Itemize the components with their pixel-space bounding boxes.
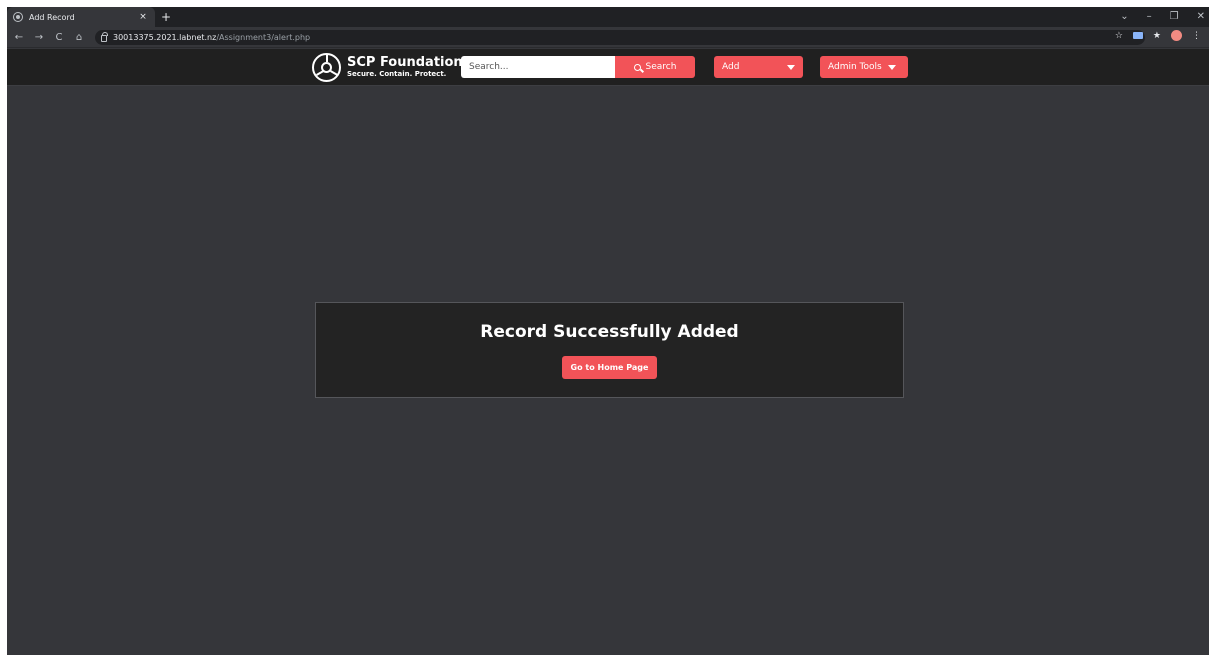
alert-title: Record Successfully Added	[480, 322, 739, 342]
url-bar[interactable]: 30013375.2021.labnet.nz/Assignment3/aler…	[95, 29, 1145, 45]
search-button-label: Search	[645, 62, 677, 72]
browser-toolbar: ☆ ★ ⋮	[1115, 30, 1201, 41]
globe-icon	[13, 12, 23, 22]
tab-strip: Add Record × + ⌄ – ❐ ✕	[7, 7, 1209, 27]
tab-title: Add Record	[29, 12, 75, 22]
close-tab-icon[interactable]: ×	[137, 12, 149, 22]
logo-text: SCP Foundation Secure. Contain. Protect.	[347, 56, 463, 79]
site-logo[interactable]: SCP Foundation Secure. Contain. Protect.	[312, 53, 463, 82]
maximize-icon[interactable]: ❐	[1170, 9, 1179, 25]
caret-down-icon	[887, 64, 896, 70]
browser-menu-icon[interactable]: ⋮	[1192, 31, 1201, 41]
tab-search-icon[interactable]: ⌄	[1120, 9, 1128, 25]
browser-tab[interactable]: Add Record ×	[7, 7, 155, 27]
browser-window: Add Record × + ⌄ – ❐ ✕ ← → C ⌂ 30013375.…	[7, 7, 1209, 655]
logo-title: SCP Foundation	[347, 55, 463, 70]
add-dropdown-button[interactable]: Add	[714, 56, 803, 78]
lock-icon[interactable]	[101, 31, 108, 42]
profile-avatar[interactable]	[1171, 30, 1182, 41]
address-bar-row: ← → C ⌂ 30013375.2021.labnet.nz/Assignme…	[7, 27, 1209, 48]
extensions-puzzle-icon[interactable]: ★	[1153, 31, 1161, 41]
window-controls: ⌄ – ❐ ✕	[1120, 9, 1205, 25]
extension-icon[interactable]	[1132, 32, 1143, 39]
admin-tools-label: Admin Tools	[828, 62, 882, 72]
forward-icon[interactable]: →	[31, 32, 47, 43]
search-input[interactable]	[461, 56, 615, 78]
add-dropdown-label: Add	[722, 62, 740, 72]
alert-panel: Record Successfully Added Go to Home Pag…	[315, 302, 904, 398]
url-path: /Assignment3/alert.php	[216, 32, 311, 42]
new-tab-button[interactable]: +	[161, 9, 171, 25]
bookmark-star-icon[interactable]: ☆	[1115, 31, 1123, 41]
scp-logo-icon	[312, 53, 341, 82]
minimize-icon[interactable]: –	[1147, 9, 1152, 25]
caret-down-icon	[787, 64, 795, 70]
reload-icon[interactable]: C	[51, 32, 67, 43]
close-window-icon[interactable]: ✕	[1197, 9, 1205, 25]
home-icon[interactable]: ⌂	[71, 32, 87, 43]
go-home-button[interactable]: Go to Home Page	[561, 356, 658, 379]
search-button[interactable]: Search	[615, 56, 695, 78]
back-icon[interactable]: ←	[11, 32, 27, 43]
logo-subtitle: Secure. Contain. Protect.	[347, 70, 447, 78]
search-icon	[633, 63, 641, 71]
url-host: 30013375.2021.labnet.nz	[113, 32, 217, 42]
admin-tools-dropdown-button[interactable]: Admin Tools	[820, 56, 908, 78]
site-navbar: SCP Foundation Secure. Contain. Protect.…	[7, 49, 1209, 86]
